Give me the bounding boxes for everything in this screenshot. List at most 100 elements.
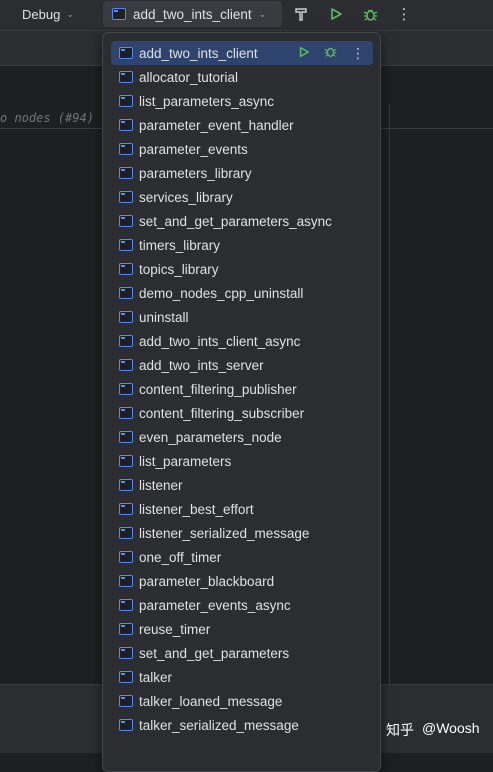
run-config-item[interactable]: parameter_blackboard	[111, 569, 373, 593]
run-configuration-label: add_two_ints_client	[133, 6, 252, 22]
run-config-item-label: parameter_event_handler	[139, 117, 294, 133]
hammer-icon[interactable]	[290, 3, 312, 25]
run-config-item[interactable]: topics_library	[111, 257, 373, 281]
main-toolbar: Debug ⌄ add_two_ints_client ⌄ ⋮	[0, 0, 493, 31]
run-configuration-icon	[119, 479, 133, 491]
run-config-item[interactable]: set_and_get_parameters_async	[111, 209, 373, 233]
run-config-item-label: list_parameters_async	[139, 93, 275, 109]
run-configuration-icon	[119, 359, 133, 371]
run-configuration-icon	[119, 431, 133, 443]
run-config-item[interactable]: parameter_events	[111, 137, 373, 161]
chevron-down-icon: ⌄	[66, 8, 74, 19]
run-configuration-popup: add_two_ints_client ⋮ allocator_tutorialli…	[102, 32, 381, 772]
run-config-item-label: one_off_timer	[139, 549, 222, 565]
run-config-item[interactable]: uninstall	[111, 305, 373, 329]
run-configuration-icon	[119, 551, 133, 563]
run-configuration-icon	[112, 8, 126, 20]
run-config-item[interactable]: set_and_get_parameters	[111, 641, 373, 665]
bug-icon[interactable]	[359, 3, 381, 25]
run-config-item[interactable]: allocator_tutorial	[111, 65, 373, 89]
run-configuration-icon	[119, 527, 133, 539]
run-config-item[interactable]: parameters_library	[111, 161, 373, 185]
run-config-item-label: demo_nodes_cpp_uninstall	[139, 285, 304, 301]
run-configuration-icon	[119, 119, 133, 131]
run-configuration-icon	[119, 167, 133, 179]
run-config-item-label: set_and_get_parameters	[139, 645, 290, 661]
run-config-item[interactable]: talker	[111, 665, 373, 689]
run-configuration-icon	[119, 671, 133, 683]
run-configuration-icon	[119, 71, 133, 83]
run-config-item-label: talker_serialized_message	[139, 717, 299, 733]
run-configuration-selector[interactable]: add_two_ints_client ⌄	[103, 1, 282, 27]
run-config-item-label: listener_serialized_message	[139, 525, 310, 541]
run-config-item[interactable]: talker_serialized_message	[111, 713, 373, 737]
run-config-item[interactable]: add_two_ints_server	[111, 353, 373, 377]
run-configuration-icon	[119, 95, 133, 107]
run-config-item-label: content_filtering_publisher	[139, 381, 297, 397]
more-vertical-icon[interactable]: ⋮	[393, 3, 415, 25]
panel-divider	[389, 104, 390, 684]
run-config-item-label: reuse_timer	[139, 621, 211, 637]
run-configuration-icon	[119, 215, 133, 227]
run-configuration-icon	[119, 47, 133, 59]
run-configuration-icon	[119, 383, 133, 395]
run-config-item-label: parameter_events	[139, 141, 248, 157]
run-config-item-label: talker_loaned_message	[139, 693, 283, 709]
editor-inline-hint: o nodes (#94)	[0, 111, 94, 125]
run-config-item[interactable]: parameter_event_handler	[111, 113, 373, 137]
run-config-item[interactable]: demo_nodes_cpp_uninstall	[111, 281, 373, 305]
run-configuration-icon	[119, 695, 133, 707]
run-configuration-icon	[119, 239, 133, 251]
run-config-item[interactable]: even_parameters_node	[111, 425, 373, 449]
run-configuration-icon	[119, 647, 133, 659]
run-configuration-icon	[119, 263, 133, 275]
run-config-item[interactable]: listener_best_effort	[111, 497, 373, 521]
run-configuration-icon	[119, 599, 133, 611]
run-config-item[interactable]: one_off_timer	[111, 545, 373, 569]
run-config-item-label: even_parameters_node	[139, 429, 282, 445]
run-config-item[interactable]: add_two_ints_client_async	[111, 329, 373, 353]
run-config-item-label: listener_best_effort	[139, 501, 254, 517]
chevron-down-icon: ⌄	[258, 8, 267, 19]
run-config-item[interactable]: services_library	[111, 185, 373, 209]
run-config-item[interactable]: content_filtering_subscriber	[111, 401, 373, 425]
bug-icon[interactable]	[324, 45, 337, 61]
run-config-item-label: talker	[139, 669, 173, 685]
run-configuration-icon	[119, 335, 133, 347]
run-config-item[interactable]: parameter_events_async	[111, 593, 373, 617]
run-config-item-label: allocator_tutorial	[139, 69, 239, 85]
run-config-item[interactable]: list_parameters	[111, 449, 373, 473]
run-config-item[interactable]: listener	[111, 473, 373, 497]
run-config-item-label: parameter_events_async	[139, 597, 291, 613]
run-configuration-icon	[119, 503, 133, 515]
more-vertical-icon[interactable]: ⋮	[351, 45, 365, 62]
build-type-selector[interactable]: Debug ⌄	[14, 3, 82, 25]
run-config-item[interactable]: list_parameters_async	[111, 89, 373, 113]
run-config-item-label: parameter_blackboard	[139, 573, 275, 589]
run-configuration-icon	[119, 287, 133, 299]
run-configuration-icon	[119, 143, 133, 155]
run-config-item-label: uninstall	[139, 309, 189, 325]
run-config-item[interactable]: add_two_ints_client ⋮	[111, 41, 373, 65]
watermark: 知乎 @Woosh	[386, 720, 480, 740]
watermark-author: @Woosh	[422, 720, 480, 736]
run-icon[interactable]	[298, 46, 310, 61]
run-config-item-label: services_library	[139, 189, 233, 205]
run-configuration-icon	[119, 719, 133, 731]
build-type-label: Debug	[22, 6, 61, 22]
run-config-item-label: timers_library	[139, 237, 221, 253]
run-configuration-icon	[119, 311, 133, 323]
run-config-item[interactable]: listener_serialized_message	[111, 521, 373, 545]
run-config-item[interactable]: timers_library	[111, 233, 373, 257]
run-icon[interactable]	[325, 3, 347, 25]
run-config-item-label: add_two_ints_server	[139, 357, 264, 373]
run-config-item[interactable]: reuse_timer	[111, 617, 373, 641]
run-config-item[interactable]: talker_loaned_message	[111, 689, 373, 713]
run-config-item-label: set_and_get_parameters_async	[139, 213, 332, 229]
run-configuration-icon	[119, 407, 133, 419]
run-config-item-label: topics_library	[139, 261, 219, 277]
item-actions: ⋮	[298, 41, 365, 65]
run-configuration-icon	[119, 455, 133, 467]
run-config-item[interactable]: content_filtering_publisher	[111, 377, 373, 401]
run-configuration-icon	[119, 575, 133, 587]
